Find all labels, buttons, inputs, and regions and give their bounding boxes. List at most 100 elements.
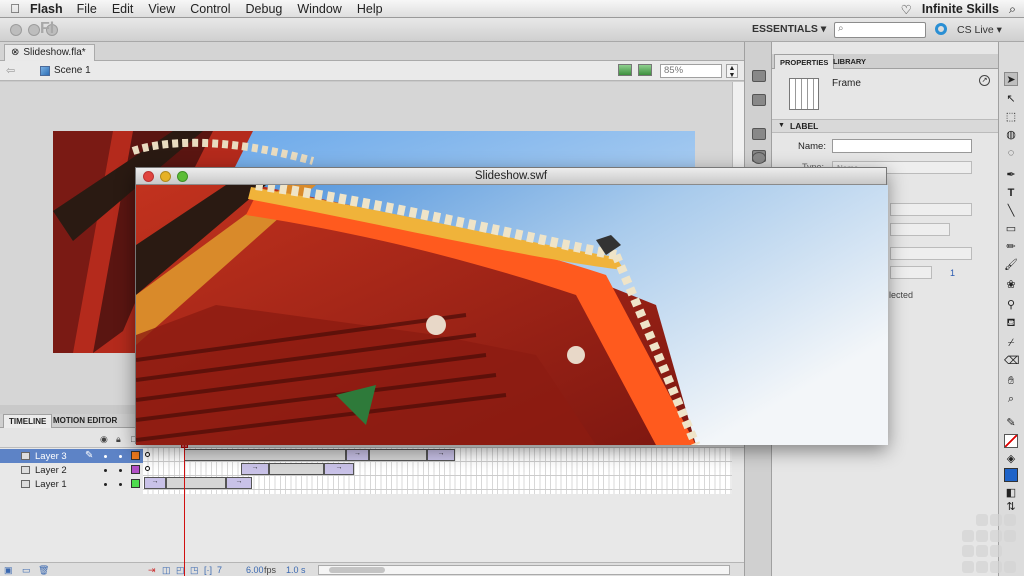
motion-tween[interactable]: →: [346, 449, 369, 461]
zoom-stepper[interactable]: ▲ ▼: [726, 64, 738, 79]
app-menu-flash[interactable]: Flash: [30, 2, 63, 16]
swf-minimize-button[interactable]: [160, 171, 171, 182]
hand-tool-icon[interactable]: ✋︎: [1004, 374, 1018, 388]
rectangle-tool-icon[interactable]: ▭: [1004, 222, 1018, 236]
motion-presets-icon[interactable]: [752, 70, 766, 82]
sync-select[interactable]: [890, 247, 972, 260]
lock-dot[interactable]: [119, 469, 122, 472]
text-tool-icon[interactable]: T: [1004, 186, 1018, 200]
static-span[interactable]: [269, 463, 324, 475]
close-window-button[interactable]: [10, 24, 22, 36]
menu-view[interactable]: View: [148, 2, 175, 16]
swf-zoom-button[interactable]: [177, 171, 188, 182]
tab-motion-editor[interactable]: MOTION EDITOR: [48, 414, 122, 428]
label-section-header[interactable]: ▼ LABEL: [772, 119, 998, 133]
effect-select[interactable]: [890, 223, 950, 236]
grid-icon[interactable]: [752, 94, 766, 106]
onion-skin-icon[interactable]: ◫: [162, 565, 171, 576]
menu-help[interactable]: Help: [357, 2, 383, 16]
tab-timeline[interactable]: TIMELINE: [3, 414, 53, 428]
subselection-tool-icon[interactable]: ↖: [1004, 92, 1018, 106]
help-search-input[interactable]: ⌕: [834, 22, 926, 38]
motion-tween[interactable]: →: [144, 477, 166, 489]
line-tool-icon[interactable]: ╲: [1004, 204, 1018, 218]
swap-colors-icon[interactable]: ⇅: [1004, 500, 1018, 514]
workspace-switcher[interactable]: ESSENTIALS ▾: [752, 23, 826, 35]
delete-layer-icon[interactable]: 🗑︎: [38, 565, 49, 576]
layer-color-swatch[interactable]: [131, 451, 140, 460]
frame-rate[interactable]: 6.00: [246, 565, 264, 575]
align-icon[interactable]: [752, 128, 766, 140]
edit-symbols-icon[interactable]: [638, 64, 652, 76]
info-icon[interactable]: [752, 152, 766, 164]
back-arrow-icon[interactable]: ⇦: [6, 64, 15, 77]
menu-debug[interactable]: Debug: [246, 2, 283, 16]
paint-bucket-tool-icon[interactable]: ⛾: [1004, 316, 1018, 330]
fill-color-icon[interactable]: ◈: [1004, 452, 1018, 466]
motion-tween[interactable]: →: [324, 463, 354, 475]
menu-control[interactable]: Control: [190, 2, 230, 16]
close-tab-icon[interactable]: ⊗: [11, 47, 19, 61]
visibility-dot[interactable]: [104, 469, 107, 472]
edit-multiple-frames-icon[interactable]: ◳: [190, 565, 199, 576]
pencil-tool-icon[interactable]: ✏: [1004, 240, 1018, 254]
document-tab[interactable]: ⊗ Slideshow.fla*: [4, 44, 95, 61]
scene-breadcrumb[interactable]: Scene 1: [40, 65, 91, 76]
menu-window[interactable]: Window: [297, 2, 341, 16]
show-hide-eye-icon[interactable]: ◉: [100, 434, 108, 445]
bone-tool-icon[interactable]: ⚲: [1004, 298, 1018, 312]
new-folder-icon[interactable]: ▭: [22, 565, 31, 576]
cs-live-menu[interactable]: CS Live ▾: [957, 24, 1002, 36]
layer-row-1[interactable]: Layer 1: [0, 477, 143, 491]
frame-row-layer-1[interactable]: → →: [143, 476, 732, 490]
static-span[interactable]: [166, 477, 226, 489]
minimize-window-button[interactable]: [28, 24, 40, 36]
visibility-dot[interactable]: [104, 455, 107, 458]
pen-tool-icon[interactable]: ✒: [1004, 168, 1018, 182]
tab-properties[interactable]: PROPERTIES: [774, 54, 835, 69]
layer-color-swatch[interactable]: [131, 479, 140, 488]
timeline-horizontal-scrollbar[interactable]: [318, 565, 730, 575]
onion-markers-icon[interactable]: [·]: [204, 565, 212, 575]
free-transform-tool-icon[interactable]: ⬚: [1004, 110, 1018, 124]
motion-tween[interactable]: →: [241, 463, 269, 475]
frame-row-layer-2[interactable]: → →: [143, 462, 732, 476]
new-layer-icon[interactable]: ▣: [4, 565, 13, 576]
tab-library[interactable]: LIBRARY: [828, 54, 871, 69]
apple-menu-icon[interactable]: : [0, 1, 30, 16]
sound-select[interactable]: [890, 203, 972, 216]
motion-tween[interactable]: →: [226, 477, 252, 489]
static-span[interactable]: [184, 449, 346, 461]
brush-tool-icon[interactable]: 🖌︎: [1004, 258, 1018, 272]
swf-preview-window[interactable]: Slideshow.swf: [135, 167, 888, 445]
selection-tool-icon[interactable]: ➤: [1004, 72, 1018, 86]
blank-keyframe[interactable]: [145, 466, 150, 471]
lasso-tool-icon[interactable]: ◌: [1004, 146, 1018, 160]
lock-dot[interactable]: [119, 483, 122, 486]
eyedropper-tool-icon[interactable]: ⌿: [1004, 336, 1018, 350]
scrollbar-thumb[interactable]: [329, 567, 385, 573]
fill-color-swatch[interactable]: [1004, 468, 1018, 482]
layer-color-swatch[interactable]: [131, 465, 140, 474]
frame-row-layer-3[interactable]: → →: [143, 448, 732, 462]
edit-scene-icon[interactable]: [618, 64, 632, 76]
blank-keyframe[interactable]: [145, 452, 150, 457]
3d-rotation-tool-icon[interactable]: ◍: [1004, 128, 1018, 142]
static-span[interactable]: [369, 449, 427, 461]
center-frame-icon[interactable]: ⇥: [148, 565, 156, 576]
help-icon[interactable]: ↗: [979, 75, 990, 86]
layer-row-3[interactable]: Layer 3 ✎: [0, 449, 143, 463]
spotlight-search-icon[interactable]: ⌕: [1009, 2, 1016, 17]
stroke-color-swatch[interactable]: [1004, 434, 1018, 448]
zoom-input[interactable]: 85%: [660, 64, 722, 78]
eraser-tool-icon[interactable]: ⌫: [1004, 354, 1020, 368]
black-white-icon[interactable]: ◧: [1004, 486, 1018, 500]
swf-close-button[interactable]: [143, 171, 154, 182]
lock-dot[interactable]: [119, 455, 122, 458]
repeat-select[interactable]: [890, 266, 932, 279]
menu-file[interactable]: File: [77, 2, 97, 16]
motion-tween[interactable]: →: [427, 449, 455, 461]
zoom-tool-icon[interactable]: ⌕: [1004, 392, 1018, 406]
frame-grid[interactable]: → → → → → →: [143, 448, 732, 494]
lock-icon[interactable]: 🔒︎: [116, 434, 121, 445]
